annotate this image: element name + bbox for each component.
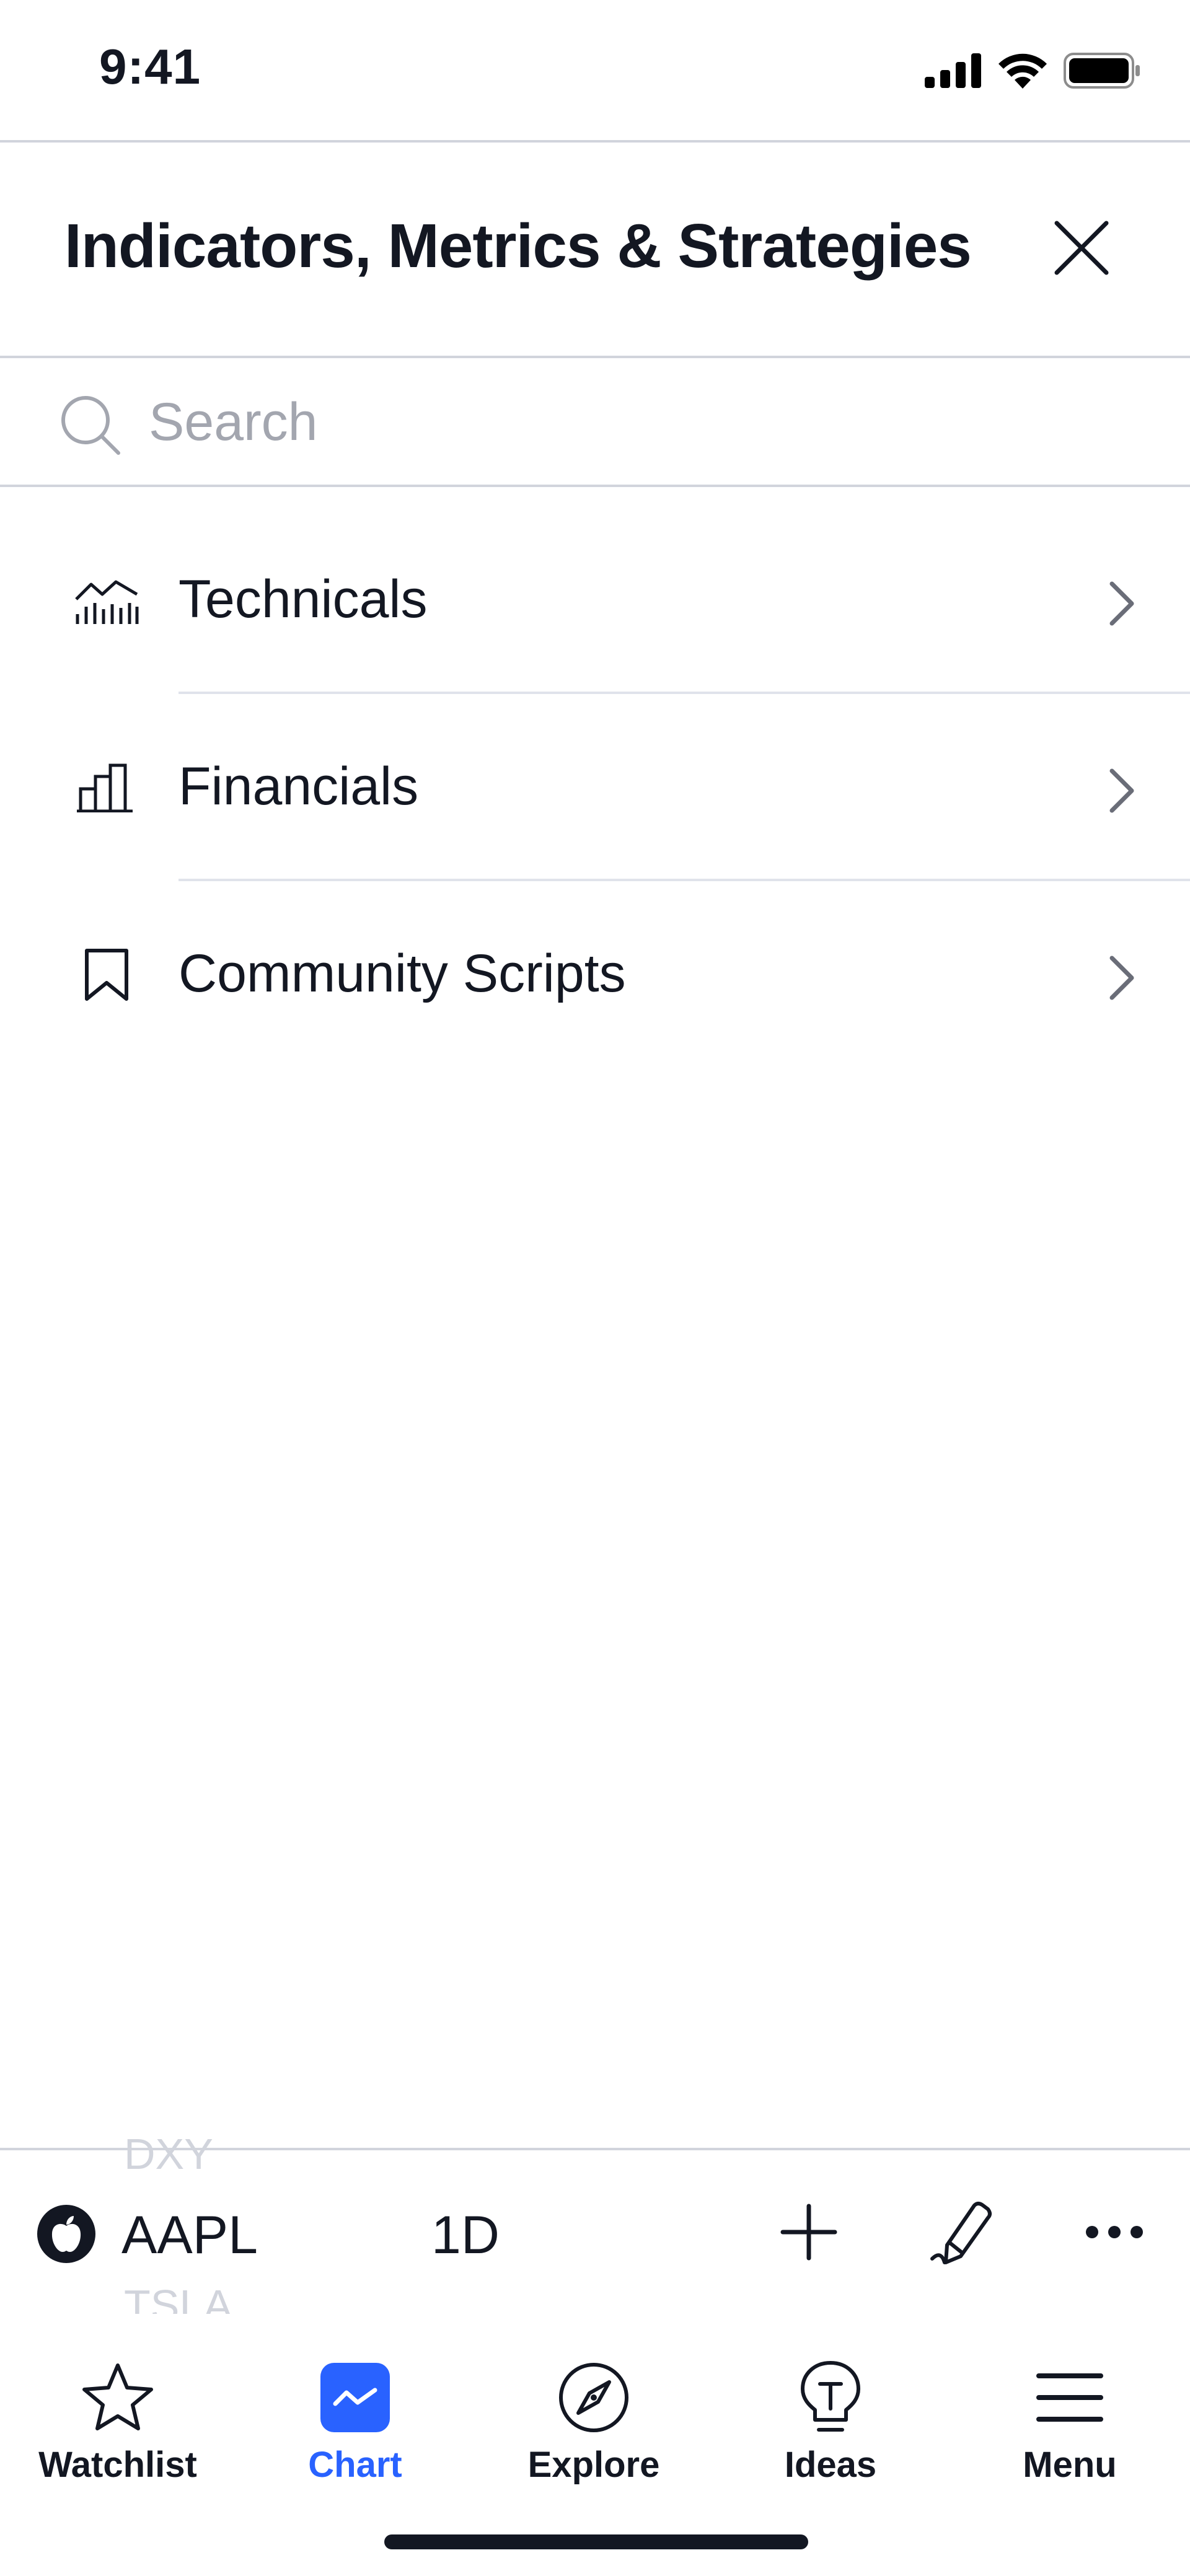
search-input[interactable]: [149, 388, 1140, 456]
tab-label: Chart: [308, 2445, 402, 2485]
chart-toolbar: DXY AAPL 1D TSLA: [0, 2130, 1190, 2329]
tab-menu[interactable]: Menu: [977, 2339, 1163, 2500]
tab-chart[interactable]: Chart: [262, 2339, 448, 2500]
drawing-tools-button[interactable]: [925, 2195, 1000, 2269]
cellular-signal-icon: [925, 53, 981, 88]
menu-item-label: Community Scripts: [178, 944, 626, 1003]
ticker-symbol[interactable]: AAPL: [121, 2205, 258, 2266]
menu-item-label: Financials: [178, 757, 419, 816]
lightbulb-icon: [801, 2361, 860, 2432]
tab-watchlist[interactable]: Watchlist: [25, 2339, 211, 2500]
apple-logo-icon: [37, 2205, 95, 2263]
previous-ticker: DXY: [124, 2130, 213, 2178]
tab-label: Ideas: [784, 2445, 877, 2485]
divider: [0, 485, 1190, 487]
hamburger-icon: [1036, 2373, 1103, 2422]
add-indicator-button[interactable]: [772, 2195, 846, 2269]
panel-title: Indicators, Metrics & Strategies: [64, 211, 972, 281]
bookmark-icon: [69, 949, 144, 1001]
financials-icon: [69, 763, 144, 812]
plus-icon: [780, 2204, 837, 2261]
home-indicator: [384, 2534, 808, 2549]
status-bar: 9:41: [0, 0, 1190, 141]
battery-icon: [1064, 53, 1140, 89]
compass-icon: [559, 2363, 628, 2432]
close-icon: [1054, 221, 1109, 275]
chevron-right-icon: [1109, 956, 1134, 1000]
divider: [0, 140, 1190, 143]
technicals-icon: [69, 576, 144, 625]
chevron-right-icon: [1109, 768, 1134, 813]
search-icon: [61, 396, 120, 455]
close-button[interactable]: [1047, 214, 1116, 282]
chevron-right-icon: [1109, 581, 1134, 626]
tab-label: Menu: [1023, 2445, 1117, 2485]
tab-label: Explore: [527, 2445, 660, 2485]
tab-explore[interactable]: Explore: [501, 2339, 687, 2500]
chart-icon: [320, 2363, 390, 2432]
more-icon: [1086, 2226, 1143, 2238]
status-icons: [925, 51, 1140, 90]
tab-ideas[interactable]: Ideas: [738, 2339, 923, 2500]
wifi-icon: [998, 53, 1047, 89]
interval-selector[interactable]: 1D: [431, 2205, 500, 2266]
status-time: 9:41: [99, 39, 201, 94]
menu-item-label: Technicals: [178, 569, 428, 629]
star-icon: [82, 2363, 153, 2430]
more-options-button[interactable]: [1077, 2195, 1152, 2269]
tab-label: Watchlist: [38, 2445, 197, 2485]
menu-item-technicals[interactable]: Technicals: [0, 507, 1190, 694]
menu-item-community-scripts[interactable]: Community Scripts: [0, 881, 1190, 1068]
pen-icon: [930, 2202, 992, 2264]
search-bar: [0, 358, 1190, 486]
menu-item-financials[interactable]: Financials: [0, 694, 1190, 881]
